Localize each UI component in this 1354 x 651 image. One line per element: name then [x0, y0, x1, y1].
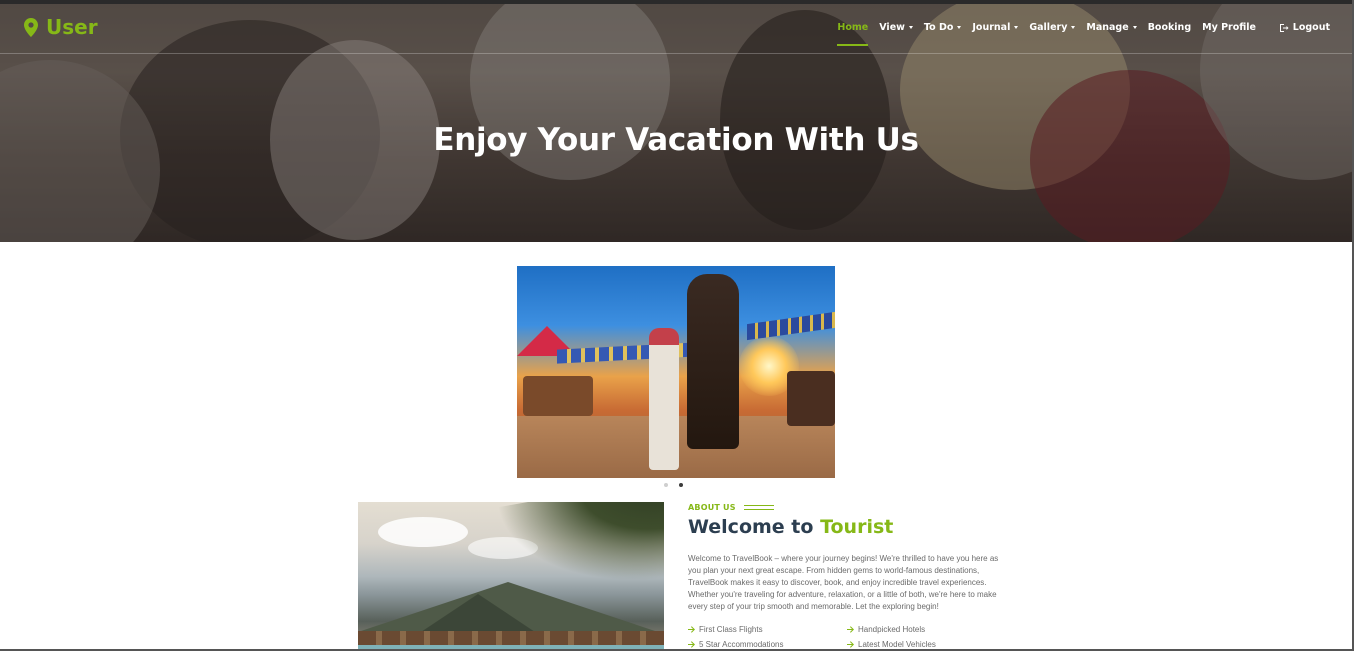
image-detail	[358, 631, 664, 645]
feature-item: 5 Star Accommodations	[688, 640, 847, 649]
eyebrow-lines	[743, 505, 774, 510]
nav-item-my-profile[interactable]: My Profile	[1202, 22, 1256, 33]
nav-item-gallery[interactable]: Gallery	[1029, 22, 1076, 33]
arrow-right-icon	[688, 626, 695, 633]
feature-label: Handpicked Hotels	[858, 625, 926, 634]
logout-link[interactable]: Logout	[1279, 22, 1330, 33]
feature-item: Handpicked Hotels	[847, 625, 1006, 634]
nav-label: Home	[837, 22, 869, 33]
caret-down-icon	[1014, 25, 1019, 29]
feature-label: First Class Flights	[699, 625, 763, 634]
hero-title: Enjoy Your Vacation With Us	[433, 122, 919, 158]
nav-item-to-do[interactable]: To Do	[923, 22, 962, 33]
about-paragraph: Welcome to TravelBook – where your journ…	[688, 554, 999, 611]
feature-label: Latest Model Vehicles	[858, 640, 936, 649]
carousel-indicators	[664, 483, 683, 487]
top-border	[0, 0, 1352, 4]
nav-item-booking[interactable]: Booking	[1148, 22, 1191, 33]
carousel-slide-image[interactable]	[517, 266, 835, 478]
caret-down-icon	[1132, 25, 1137, 29]
feature-item: First Class Flights	[688, 625, 847, 634]
image-detail	[378, 517, 468, 547]
brand-link[interactable]: User	[24, 15, 98, 39]
nav-label: Booking	[1147, 22, 1192, 33]
navbar-divider	[0, 53, 1352, 54]
image-detail	[787, 371, 835, 426]
hero-overlay	[0, 0, 1352, 242]
about-title: Welcome to Tourist	[688, 516, 893, 538]
arrow-right-icon	[847, 641, 854, 648]
caret-down-icon	[1071, 25, 1076, 29]
carousel-dot[interactable]	[664, 483, 668, 487]
nav-item-home[interactable]: Home	[837, 22, 869, 46]
image-detail	[687, 274, 739, 449]
feature-list: First Class Flights Handpicked Hotels 5 …	[688, 625, 1008, 649]
eyebrow-label: ABOUT US	[688, 503, 736, 512]
caret-down-icon	[908, 25, 913, 29]
carousel-dot-active[interactable]	[679, 483, 683, 487]
nav-label: View	[879, 22, 905, 33]
nav-label: Journal	[972, 22, 1011, 33]
main-nav: Home View To Do Journal Gallery Manage B…	[837, 22, 1256, 46]
nav-item-manage[interactable]: Manage	[1086, 22, 1137, 33]
feature-item: Latest Model Vehicles	[847, 640, 1006, 649]
about-image	[358, 502, 664, 649]
image-detail	[523, 376, 593, 416]
image-detail	[747, 311, 835, 341]
nav-item-view[interactable]: View	[879, 22, 913, 33]
page: User Home View To Do Journal Gallery Man…	[0, 0, 1354, 651]
nav-label: To Do	[923, 22, 954, 33]
about-title-main: Welcome to	[688, 516, 814, 538]
about-eyebrow: ABOUT US	[688, 503, 774, 512]
nav-label: Gallery	[1029, 22, 1068, 33]
arrow-right-icon	[847, 626, 854, 633]
logout-label: Logout	[1292, 22, 1330, 33]
nav-label: Manage	[1086, 22, 1129, 33]
about-title-accent: Tourist	[820, 516, 894, 538]
brand-name: User	[46, 15, 98, 39]
feature-label: 5 Star Accommodations	[699, 640, 784, 649]
caret-down-icon	[957, 25, 962, 29]
hero-banner: User Home View To Do Journal Gallery Man…	[0, 0, 1352, 242]
logout-icon	[1279, 23, 1289, 32]
nav-item-journal[interactable]: Journal	[972, 22, 1019, 33]
nav-label: My Profile	[1202, 22, 1256, 33]
map-marker-icon	[24, 17, 38, 37]
arrow-right-icon	[688, 641, 695, 648]
image-detail	[649, 328, 679, 470]
image-detail	[358, 645, 664, 649]
